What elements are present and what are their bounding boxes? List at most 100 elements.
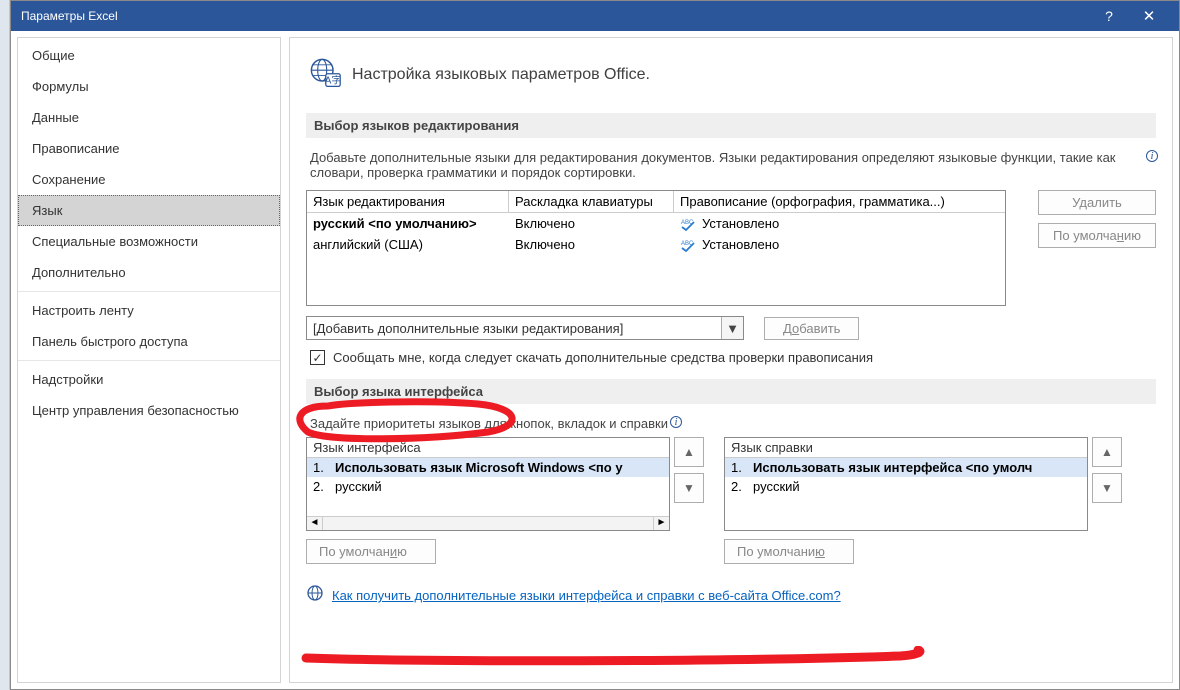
scroll-track[interactable]	[323, 517, 653, 530]
btn-label-part: По умолчан	[319, 544, 390, 559]
page-header: A字 Настройка языковых параметров Office.	[306, 54, 1156, 95]
set-default-button[interactable]: По умолчанию	[1038, 223, 1156, 248]
list-item-number: 1.	[313, 460, 335, 475]
info-icon[interactable]: i	[670, 416, 682, 428]
horizontal-scrollbar[interactable]: ◄►	[307, 516, 669, 530]
col-header-language: Язык редактирования	[307, 191, 509, 212]
move-up-button[interactable]: ▲	[1092, 437, 1122, 467]
combo-text: [Добавить дополнительные языки редактиро…	[307, 321, 721, 336]
cell-language: русский <по умолчанию>	[307, 213, 509, 234]
help-language-list[interactable]: Язык справки 1.Использовать язык интерфе…	[724, 437, 1088, 531]
spellcheck-icon: ABC	[680, 238, 696, 252]
list-item[interactable]: 1.Использовать язык Microsoft Windows <п…	[307, 458, 669, 477]
cell-keyboard: Включено	[509, 213, 674, 234]
titlebar: Параметры Excel ? ✕	[11, 1, 1179, 31]
delete-button[interactable]: Удалить	[1038, 190, 1156, 215]
sidebar-item-addins[interactable]: Надстройки	[18, 364, 280, 395]
ui-language-header: Выбор языка интерфейса	[306, 379, 1156, 404]
list-item[interactable]: 1.Использовать язык интерфейса <по умолч	[725, 458, 1087, 477]
move-down-button[interactable]: ▼	[1092, 473, 1122, 503]
scroll-right-icon[interactable]: ►	[653, 517, 669, 530]
btn-label-part: По умолча	[1053, 228, 1117, 243]
list-item-number: 2.	[731, 479, 753, 494]
sidebar-item-language[interactable]: Язык	[18, 195, 280, 226]
display-default-button[interactable]: По умолчанию	[306, 539, 436, 564]
sidebar-item-data[interactable]: Данные	[18, 102, 280, 133]
list-item-text: Использовать язык Microsoft Windows <по …	[335, 460, 663, 475]
sidebar-item-customize-ribbon[interactable]: Настроить ленту	[18, 295, 280, 326]
list-title: Язык справки	[725, 438, 1087, 458]
sidebar-item-formulas[interactable]: Формулы	[18, 71, 280, 102]
delete-button-label: Удалить	[1072, 195, 1122, 210]
add-button[interactable]: Добавить	[764, 317, 859, 340]
globe-icon	[306, 584, 324, 607]
btn-label-part: бавить	[799, 321, 840, 336]
move-down-button[interactable]: ▼	[674, 473, 704, 503]
list-item[interactable]: 2.русский	[307, 477, 669, 496]
sidebar-item-proofing[interactable]: Правописание	[18, 133, 280, 164]
svg-text:A字: A字	[325, 74, 342, 87]
ui-language-description: Задайте приоритеты языков для кнопок, вк…	[306, 416, 1156, 431]
list-item-number: 1.	[731, 460, 753, 475]
list-item-text: русский	[335, 479, 663, 494]
display-language-list[interactable]: Язык интерфейса 1.Использовать язык Micr…	[306, 437, 670, 531]
btn-label-part: По умолчани	[737, 544, 815, 559]
window-title: Параметры Excel	[21, 9, 1089, 23]
language-icon: A字	[306, 54, 342, 95]
cell-language: английский (США)	[307, 234, 509, 255]
sidebar-divider	[18, 360, 280, 361]
options-dialog: Параметры Excel ? ✕ Общие Формулы Данные…	[10, 0, 1180, 690]
table-row[interactable]: русский <по умолчанию> Включено ABC Уста…	[307, 213, 1005, 234]
ui-desc-text: Задайте приоритеты языков для кнопок, вк…	[310, 416, 668, 431]
dialog-content: Общие Формулы Данные Правописание Сохран…	[11, 31, 1179, 689]
chevron-down-icon[interactable]: ▼	[721, 317, 743, 339]
category-sidebar: Общие Формулы Данные Правописание Сохран…	[17, 37, 281, 683]
btn-label-part: ию	[1124, 228, 1141, 243]
help-default-button[interactable]: По умолчанию	[724, 539, 854, 564]
more-languages-link[interactable]: Как получить дополнительные языки интерф…	[332, 588, 841, 603]
list-item-text: русский	[753, 479, 1081, 494]
btn-label-part: Д	[783, 321, 792, 336]
editing-languages-table[interactable]: Язык редактирования Раскладка клавиатуры…	[306, 190, 1006, 306]
sidebar-item-quick-access[interactable]: Панель быстрого доступа	[18, 326, 280, 357]
close-button[interactable]: ✕	[1129, 7, 1169, 25]
spellcheck-icon: ABC	[680, 217, 696, 231]
list-item-text: Использовать язык интерфейса <по умолч	[753, 460, 1081, 475]
main-panel: A字 Настройка языковых параметров Office.…	[289, 37, 1173, 683]
cell-proofing: ABC Установлено	[674, 213, 1005, 234]
btn-label-part: ю	[397, 544, 407, 559]
editing-languages-description: Добавьте дополнительные языки для редакт…	[306, 150, 1156, 180]
proofing-status: Установлено	[702, 216, 779, 231]
list-title: Язык интерфейса	[307, 438, 669, 458]
sidebar-item-general[interactable]: Общие	[18, 40, 280, 71]
move-up-button[interactable]: ▲	[674, 437, 704, 467]
scroll-left-icon[interactable]: ◄	[307, 517, 323, 530]
editing-languages-header: Выбор языков редактирования	[306, 113, 1156, 138]
cell-proofing: ABC Установлено	[674, 234, 1005, 255]
help-button[interactable]: ?	[1089, 8, 1129, 24]
table-body: русский <по умолчанию> Включено ABC Уста…	[307, 213, 1005, 305]
proofing-status: Установлено	[702, 237, 779, 252]
page-title: Настройка языковых параметров Office.	[352, 66, 650, 84]
table-header: Язык редактирования Раскладка клавиатуры…	[307, 191, 1005, 213]
checkbox-icon[interactable]: ✓	[310, 350, 325, 365]
list-item[interactable]: 2.русский	[725, 477, 1087, 496]
col-header-proofing: Правописание (орфография, грамматика...)	[674, 191, 1005, 212]
editing-desc-text: Добавьте дополнительные языки для редакт…	[310, 150, 1116, 180]
btn-label-accel: н	[1117, 228, 1124, 243]
cell-keyboard: Включено	[509, 234, 674, 255]
notify-proofing-checkbox[interactable]: ✓ Сообщать мне, когда следует скачать до…	[306, 350, 1156, 365]
sidebar-divider	[18, 291, 280, 292]
add-language-combo[interactable]: [Добавить дополнительные языки редактиро…	[306, 316, 744, 340]
checkbox-label: Сообщать мне, когда следует скачать допо…	[333, 350, 873, 365]
table-row[interactable]: английский (США) Включено ABC Установлен…	[307, 234, 1005, 255]
col-header-keyboard: Раскладка клавиатуры	[509, 191, 674, 212]
background-strip	[0, 0, 10, 690]
sidebar-item-advanced[interactable]: Дополнительно	[18, 257, 280, 288]
info-icon[interactable]: i	[1146, 150, 1158, 162]
sidebar-item-save[interactable]: Сохранение	[18, 164, 280, 195]
sidebar-item-accessibility[interactable]: Специальные возможности	[18, 226, 280, 257]
list-item-number: 2.	[313, 479, 335, 494]
btn-label-accel: ю	[815, 544, 825, 559]
sidebar-item-trust-center[interactable]: Центр управления безопасностью	[18, 395, 280, 426]
